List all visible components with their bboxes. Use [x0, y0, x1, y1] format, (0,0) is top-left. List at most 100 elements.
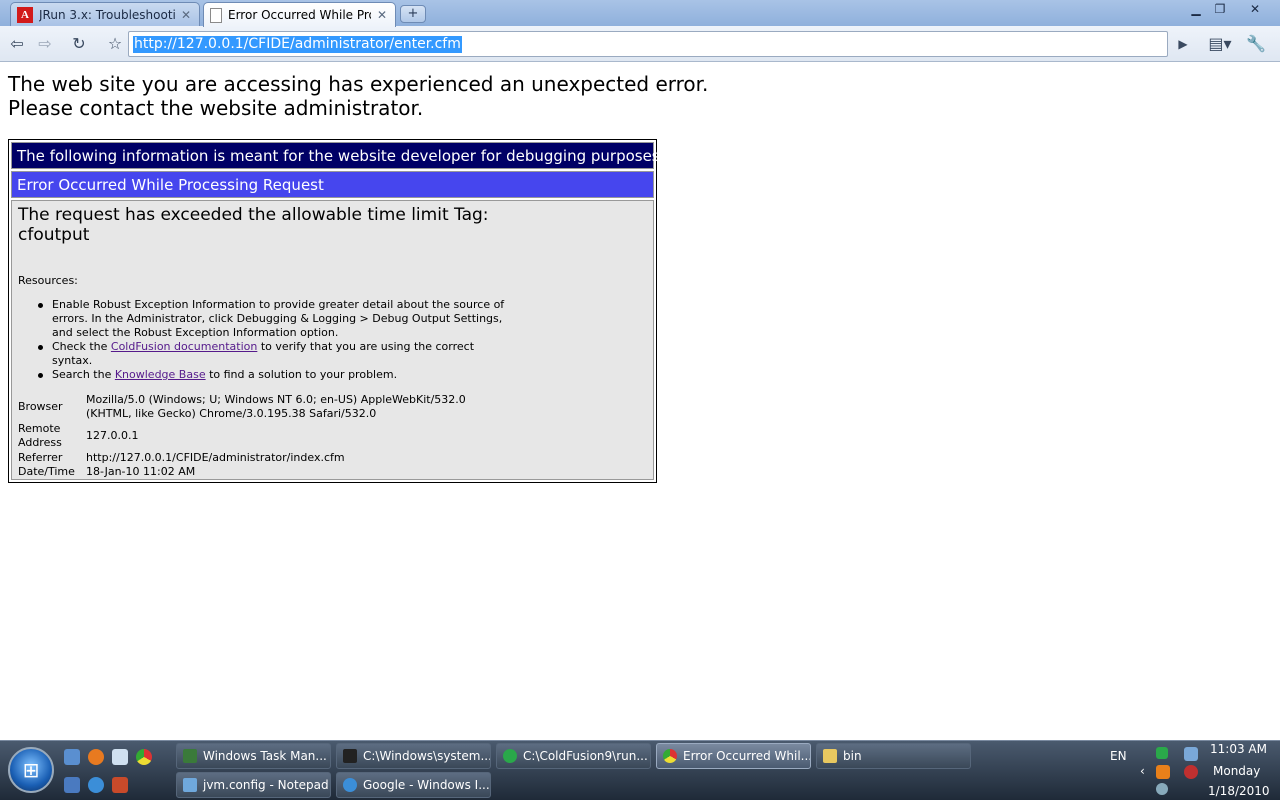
- adobe-icon: A: [17, 6, 33, 23]
- page-menu-icon[interactable]: ▤▾: [1204, 32, 1236, 56]
- info-row-remote-address: Remote Address 127.0.0.1: [18, 422, 466, 450]
- close-tab-icon[interactable]: ✕: [179, 8, 193, 22]
- info-row-datetime: Date/Time 18-Jan-10 11:02 AM: [18, 465, 466, 479]
- page-content: The web site you are accessing has exper…: [0, 63, 1280, 740]
- remote-key-line2: Address: [18, 436, 62, 449]
- error-body: The request has exceeded the allowable t…: [11, 200, 654, 480]
- close-tab-icon[interactable]: ✕: [375, 8, 389, 22]
- resource-item-text: to find a solution to your problem.: [205, 368, 398, 381]
- clock-date[interactable]: 1/18/2010: [1208, 784, 1270, 798]
- taskbar-button-label: Google - Windows I...: [363, 778, 490, 792]
- firefox-icon[interactable]: [88, 749, 104, 765]
- coldfusion-documentation-link[interactable]: ColdFusion documentation: [111, 340, 257, 353]
- windows-taskbar: ⊞ Windows Task Man... C:\Windows\system.…: [0, 740, 1280, 800]
- ie-quicklaunch-icon[interactable]: [88, 777, 104, 793]
- browser-value-line1: Mozilla/5.0 (Windows; U; Windows NT 6.0;…: [86, 393, 466, 406]
- error-title: Error Occurred While Processing Request: [11, 171, 654, 198]
- info-row-browser: Browser Mozilla/5.0 (Windows; U; Windows…: [18, 393, 466, 421]
- taskbar-button-chrome[interactable]: Error Occurred Whil...: [656, 743, 811, 769]
- taskbar-button-label: Error Occurred Whil...: [683, 749, 811, 763]
- tab-strip: A JRun 3.x: Troubleshootin... ✕ Error Oc…: [0, 0, 1280, 27]
- debug-banner: The following information is meant for t…: [11, 142, 664, 169]
- taskbar-button-cmd[interactable]: C:\Windows\system...: [336, 743, 491, 769]
- tab-label: Error Occurred While Pro...: [228, 8, 371, 22]
- language-indicator[interactable]: EN: [1110, 749, 1127, 763]
- info-key: Remote Address: [18, 422, 86, 450]
- remote-key-line1: Remote: [18, 422, 61, 435]
- start-button[interactable]: ⊞: [8, 747, 54, 793]
- resource-item-text: Search the: [52, 368, 115, 381]
- page-icon: [210, 7, 222, 23]
- info-value: Mozilla/5.0 (Windows; U; Windows NT 6.0;…: [86, 393, 466, 421]
- tab-label: JRun 3.x: Troubleshootin...: [39, 7, 175, 22]
- back-icon[interactable]: ⇦: [4, 32, 30, 56]
- browser-toolbar: ⇦ ⇨ ↻ ☆ http://127.0.0.1/CFIDE/administr…: [0, 26, 1280, 62]
- chrome-icon: [663, 749, 677, 763]
- taskbar-button-label: C:\Windows\system...: [363, 749, 491, 763]
- headline-line1: The web site you are accessing has exper…: [8, 72, 709, 96]
- taskbar-button-task-manager[interactable]: Windows Task Man...: [176, 743, 331, 769]
- wrench-menu-icon[interactable]: 🔧: [1240, 32, 1272, 56]
- resource-item-robust-exception: Enable Robust Exception Information to p…: [38, 298, 508, 340]
- address-bar[interactable]: http://127.0.0.1/CFIDE/administrator/ent…: [128, 31, 1168, 57]
- cmd-icon: [343, 749, 357, 763]
- resources-list: Enable Robust Exception Information to p…: [38, 298, 508, 382]
- coldfusion-quicklaunch-icon[interactable]: [112, 777, 128, 793]
- folder-icon: [823, 749, 837, 763]
- tab-error-occurred[interactable]: Error Occurred While Pro... ✕: [203, 2, 396, 27]
- taskbar-button-label: Windows Task Man...: [203, 749, 327, 763]
- taskbar-button-ie[interactable]: Google - Windows I...: [336, 772, 491, 798]
- resource-item-text: Check the: [52, 340, 111, 353]
- error-message-line2: cfoutput: [18, 225, 90, 245]
- taskbar-button-bin-folder[interactable]: bin: [816, 743, 971, 769]
- taskbar-button-label: jvm.config - Notepad: [203, 778, 329, 792]
- new-tab-button[interactable]: +: [400, 5, 426, 23]
- windows-logo-icon: ⊞: [22, 758, 40, 782]
- resource-item-documentation: Check the ColdFusion documentation to ve…: [38, 340, 508, 368]
- info-key: Referrer: [18, 451, 63, 464]
- switch-windows-icon[interactable]: [64, 777, 80, 793]
- volume-muted-icon[interactable]: [1184, 765, 1198, 779]
- info-value: http://127.0.0.1/CFIDE/administrator/ind…: [86, 451, 345, 464]
- show-hidden-icons-icon[interactable]: ‹: [1140, 764, 1145, 778]
- info-key: Date/Time: [18, 465, 75, 478]
- taskbar-button-label: C:\ColdFusion9\run...: [523, 749, 648, 763]
- task-manager-icon: [183, 749, 197, 763]
- show-desktop-icon[interactable]: [64, 749, 80, 765]
- bookmark-star-icon[interactable]: ☆: [102, 32, 128, 56]
- restore-icon[interactable]: ❐: [1206, 0, 1234, 20]
- error-message-line1: The request has exceeded the allowable t…: [18, 205, 489, 225]
- notepad-quicklaunch-icon[interactable]: [112, 749, 128, 765]
- taskbar-button-notepad[interactable]: jvm.config - Notepad: [176, 772, 331, 798]
- reload-icon[interactable]: ↻: [66, 32, 92, 56]
- close-window-icon[interactable]: ✕: [1240, 0, 1270, 20]
- error-message: The request has exceeded the allowable t…: [18, 205, 647, 245]
- headline-line2: Please contact the website administrator…: [8, 96, 424, 120]
- chrome-quicklaunch-icon[interactable]: [136, 749, 152, 765]
- clock-day[interactable]: Monday: [1213, 764, 1260, 778]
- taskbar-button-label: bin: [843, 749, 862, 763]
- info-key: Browser: [18, 400, 63, 413]
- ie-icon: [343, 778, 357, 792]
- forward-icon[interactable]: ⇨: [32, 32, 58, 56]
- tray-connection-icon[interactable]: [1156, 783, 1168, 795]
- taskbar-button-coldfusion[interactable]: C:\ColdFusion9\run...: [496, 743, 651, 769]
- knowledge-base-link[interactable]: Knowledge Base: [115, 368, 206, 381]
- request-info-grid: Browser Mozilla/5.0 (Windows; U; Windows…: [18, 393, 466, 479]
- info-value: 127.0.0.1: [86, 429, 139, 442]
- coldfusion-icon: [503, 749, 517, 763]
- network-icon[interactable]: [1184, 747, 1198, 761]
- resource-item-text: Enable Robust Exception Information to p…: [52, 298, 505, 339]
- tray-orange-icon[interactable]: [1156, 765, 1170, 779]
- resource-item-knowledge-base: Search the Knowledge Base to find a solu…: [38, 368, 508, 382]
- go-icon[interactable]: ▶: [1170, 32, 1196, 56]
- tray-green-icon[interactable]: [1156, 747, 1168, 759]
- tab-jrun-troubleshooting[interactable]: A JRun 3.x: Troubleshootin... ✕: [10, 2, 200, 26]
- url-text[interactable]: http://127.0.0.1/CFIDE/administrator/ent…: [133, 36, 462, 53]
- browser-value-line2: (KHTML, like Gecko) Chrome/3.0.195.38 Sa…: [86, 407, 377, 420]
- info-row-referrer: Referrer http://127.0.0.1/CFIDE/administ…: [18, 451, 466, 465]
- clock-time[interactable]: 11:03 AM: [1210, 742, 1267, 756]
- info-value: 18-Jan-10 11:02 AM: [86, 465, 196, 478]
- error-detail-table: The following information is meant for t…: [8, 139, 664, 483]
- resources-label: Resources:: [18, 274, 78, 287]
